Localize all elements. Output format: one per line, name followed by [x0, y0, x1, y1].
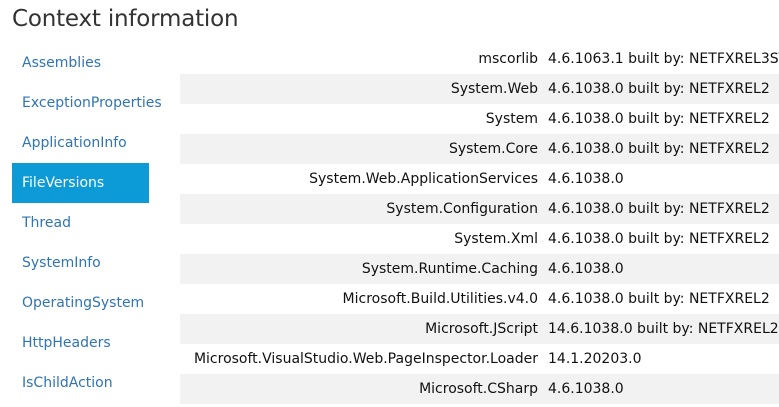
table-row: Microsoft.JScript 14.6.1038.0 built by: … — [180, 314, 779, 344]
context-information-page: Context information Assemblies Exception… — [0, 0, 779, 407]
sidebar-item-fileversions[interactable]: FileVersions — [12, 163, 149, 203]
file-versions-table: mscorlib 4.6.1063.1 built by: NETFXREL3S… — [180, 44, 779, 404]
table-row: Microsoft.CSharp 4.6.1038.0 — [180, 374, 779, 404]
assembly-name: System.Web.ApplicationServices — [309, 171, 538, 187]
assembly-version: 4.6.1038.0 built by: NETFXREL2 — [548, 141, 770, 157]
sidebar-item-ischildaction[interactable]: IsChildAction — [12, 363, 149, 403]
assembly-version: 4.6.1038.0 built by: NETFXREL2 — [548, 81, 770, 97]
assembly-name: Microsoft.VisualStudio.Web.PageInspector… — [193, 351, 538, 367]
sidebar-item-httpheaders[interactable]: HttpHeaders — [12, 323, 149, 363]
assembly-name: Microsoft.CSharp — [419, 381, 538, 397]
assembly-name: System.Configuration — [386, 201, 538, 217]
assembly-name: System.Core — [448, 141, 538, 157]
assembly-version: 4.6.1038.0 — [548, 261, 624, 277]
assembly-version: 4.6.1038.0 built by: NETFXREL2 — [548, 111, 770, 127]
assembly-version: 4.6.1038.0 built by: NETFXREL2 — [548, 231, 770, 247]
assembly-version: 4.6.1063.1 built by: NETFXREL3STAG — [548, 51, 779, 67]
assembly-version: 4.6.1038.0 — [548, 171, 624, 187]
sidebar-item-assemblies[interactable]: Assemblies — [12, 43, 149, 83]
table-row: Microsoft.Build.Utilities.v4.0 4.6.1038.… — [180, 284, 779, 314]
sidebar-item-exceptionproperties[interactable]: ExceptionProperties — [12, 83, 162, 123]
assembly-version: 4.6.1038.0 built by: NETFXREL2 — [548, 201, 770, 217]
sidebar-nav: Assemblies ExceptionProperties Applicati… — [12, 43, 162, 403]
table-row: System.Xml 4.6.1038.0 built by: NETFXREL… — [180, 224, 779, 254]
assembly-name: System.Runtime.Caching — [361, 261, 538, 277]
sidebar-item-systeminfo[interactable]: SystemInfo — [12, 243, 149, 283]
assembly-name: Microsoft.JScript — [425, 321, 538, 337]
assembly-version: 14.6.1038.0 built by: NETFXREL2 — [548, 321, 779, 337]
assembly-name: mscorlib — [478, 51, 538, 67]
table-row: System.Core 4.6.1038.0 built by: NETFXRE… — [180, 134, 779, 164]
page-title: Context information — [12, 6, 239, 32]
table-row: System.Web.ApplicationServices 4.6.1038.… — [180, 164, 779, 194]
sidebar-item-applicationinfo[interactable]: ApplicationInfo — [12, 123, 149, 163]
assembly-name: Microsoft.Build.Utilities.v4.0 — [342, 291, 538, 307]
table-row: Microsoft.VisualStudio.Web.PageInspector… — [180, 344, 779, 374]
assembly-name: System — [485, 111, 538, 127]
sidebar-item-operatingsystem[interactable]: OperatingSystem — [12, 283, 149, 323]
table-row: System.Web 4.6.1038.0 built by: NETFXREL… — [180, 74, 779, 104]
sidebar-item-thread[interactable]: Thread — [12, 203, 149, 243]
table-row: System 4.6.1038.0 built by: NETFXREL2 — [180, 104, 779, 134]
assembly-name: System.Web — [450, 81, 538, 97]
assembly-version: 14.1.20203.0 — [548, 351, 642, 367]
assembly-version: 4.6.1038.0 — [548, 381, 624, 397]
table-row: System.Configuration 4.6.1038.0 built by… — [180, 194, 779, 224]
table-row: System.Runtime.Caching 4.6.1038.0 — [180, 254, 779, 284]
assembly-name: System.Xml — [454, 231, 538, 247]
assembly-version: 4.6.1038.0 built by: NETFXREL2 — [548, 291, 770, 307]
table-row: mscorlib 4.6.1063.1 built by: NETFXREL3S… — [180, 44, 779, 74]
